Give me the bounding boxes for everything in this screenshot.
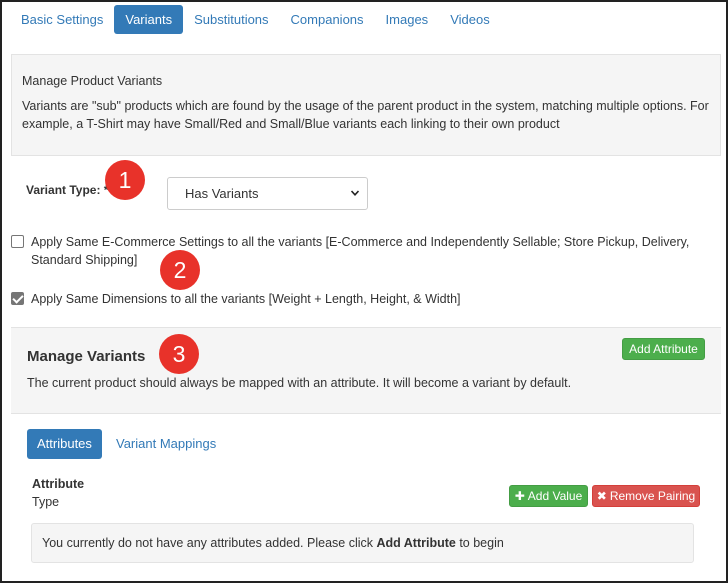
callout-2: 2 <box>160 250 200 290</box>
empty-attributes-message: You currently do not have any attributes… <box>31 523 694 563</box>
subtab-attributes[interactable]: Attributes <box>27 429 102 459</box>
dimensions-option[interactable]: Apply Same Dimensions to all the variant… <box>11 290 461 308</box>
tab-bar: Basic Settings Variants Substitutions Co… <box>10 5 501 34</box>
add-attribute-button[interactable]: Add Attribute <box>622 338 705 360</box>
info-title: Manage Product Variants <box>22 74 163 88</box>
ecommerce-checkbox-label: Apply Same E-Commerce Settings to all th… <box>31 235 690 267</box>
ecommerce-settings-option[interactable]: Apply Same E-Commerce Settings to all th… <box>11 233 711 269</box>
add-value-label: Add Value <box>527 489 583 503</box>
dimensions-checkbox[interactable] <box>11 292 24 305</box>
tab-images[interactable]: Images <box>375 5 440 34</box>
remove-pairing-label: Remove Pairing <box>609 489 696 503</box>
variant-type-select[interactable]: Has Variants <box>167 177 368 210</box>
remove-pairing-button[interactable]: ✖ Remove Pairing <box>592 485 700 507</box>
ecommerce-checkbox[interactable] <box>11 235 24 248</box>
times-icon: ✖ <box>596 489 607 503</box>
empty-message-emphasis: Add Attribute <box>376 536 456 550</box>
tab-substitutions[interactable]: Substitutions <box>183 5 279 34</box>
variant-type-label: Variant Type: * <box>26 183 109 197</box>
product-editor-frame: Basic Settings Variants Substitutions Co… <box>0 0 728 583</box>
tab-companions[interactable]: Companions <box>280 5 375 34</box>
manage-variants-panel: Manage Variants The current product shou… <box>11 327 721 414</box>
subtab-variant-mappings[interactable]: Variant Mappings <box>106 429 226 459</box>
info-description: Variants are "sub" products which are fo… <box>22 99 709 131</box>
callout-3: 3 <box>159 334 199 374</box>
empty-message-prefix: You currently do not have any attributes… <box>42 536 377 550</box>
plus-icon: ✚ <box>514 489 525 503</box>
callout-1: 1 <box>105 160 145 200</box>
tab-variants[interactable]: Variants <box>114 5 184 34</box>
attribute-type-label: Type <box>32 495 60 509</box>
variant-type-value: Has Variants <box>185 186 259 201</box>
manage-variants-title: Manage Variants <box>27 348 146 365</box>
info-panel: Manage Product Variants Variants are "su… <box>11 54 721 156</box>
add-value-button[interactable]: ✚ Add Value <box>509 485 588 507</box>
dimensions-checkbox-label: Apply Same Dimensions to all the variant… <box>31 292 461 306</box>
tab-videos[interactable]: Videos <box>439 5 501 34</box>
attribute-column-heading: Attribute <box>32 477 85 491</box>
manage-variants-description: The current product should always be map… <box>27 376 572 390</box>
empty-message-suffix: to begin <box>455 536 504 550</box>
chevron-down-icon <box>351 190 359 196</box>
tab-basic-settings[interactable]: Basic Settings <box>10 5 114 34</box>
